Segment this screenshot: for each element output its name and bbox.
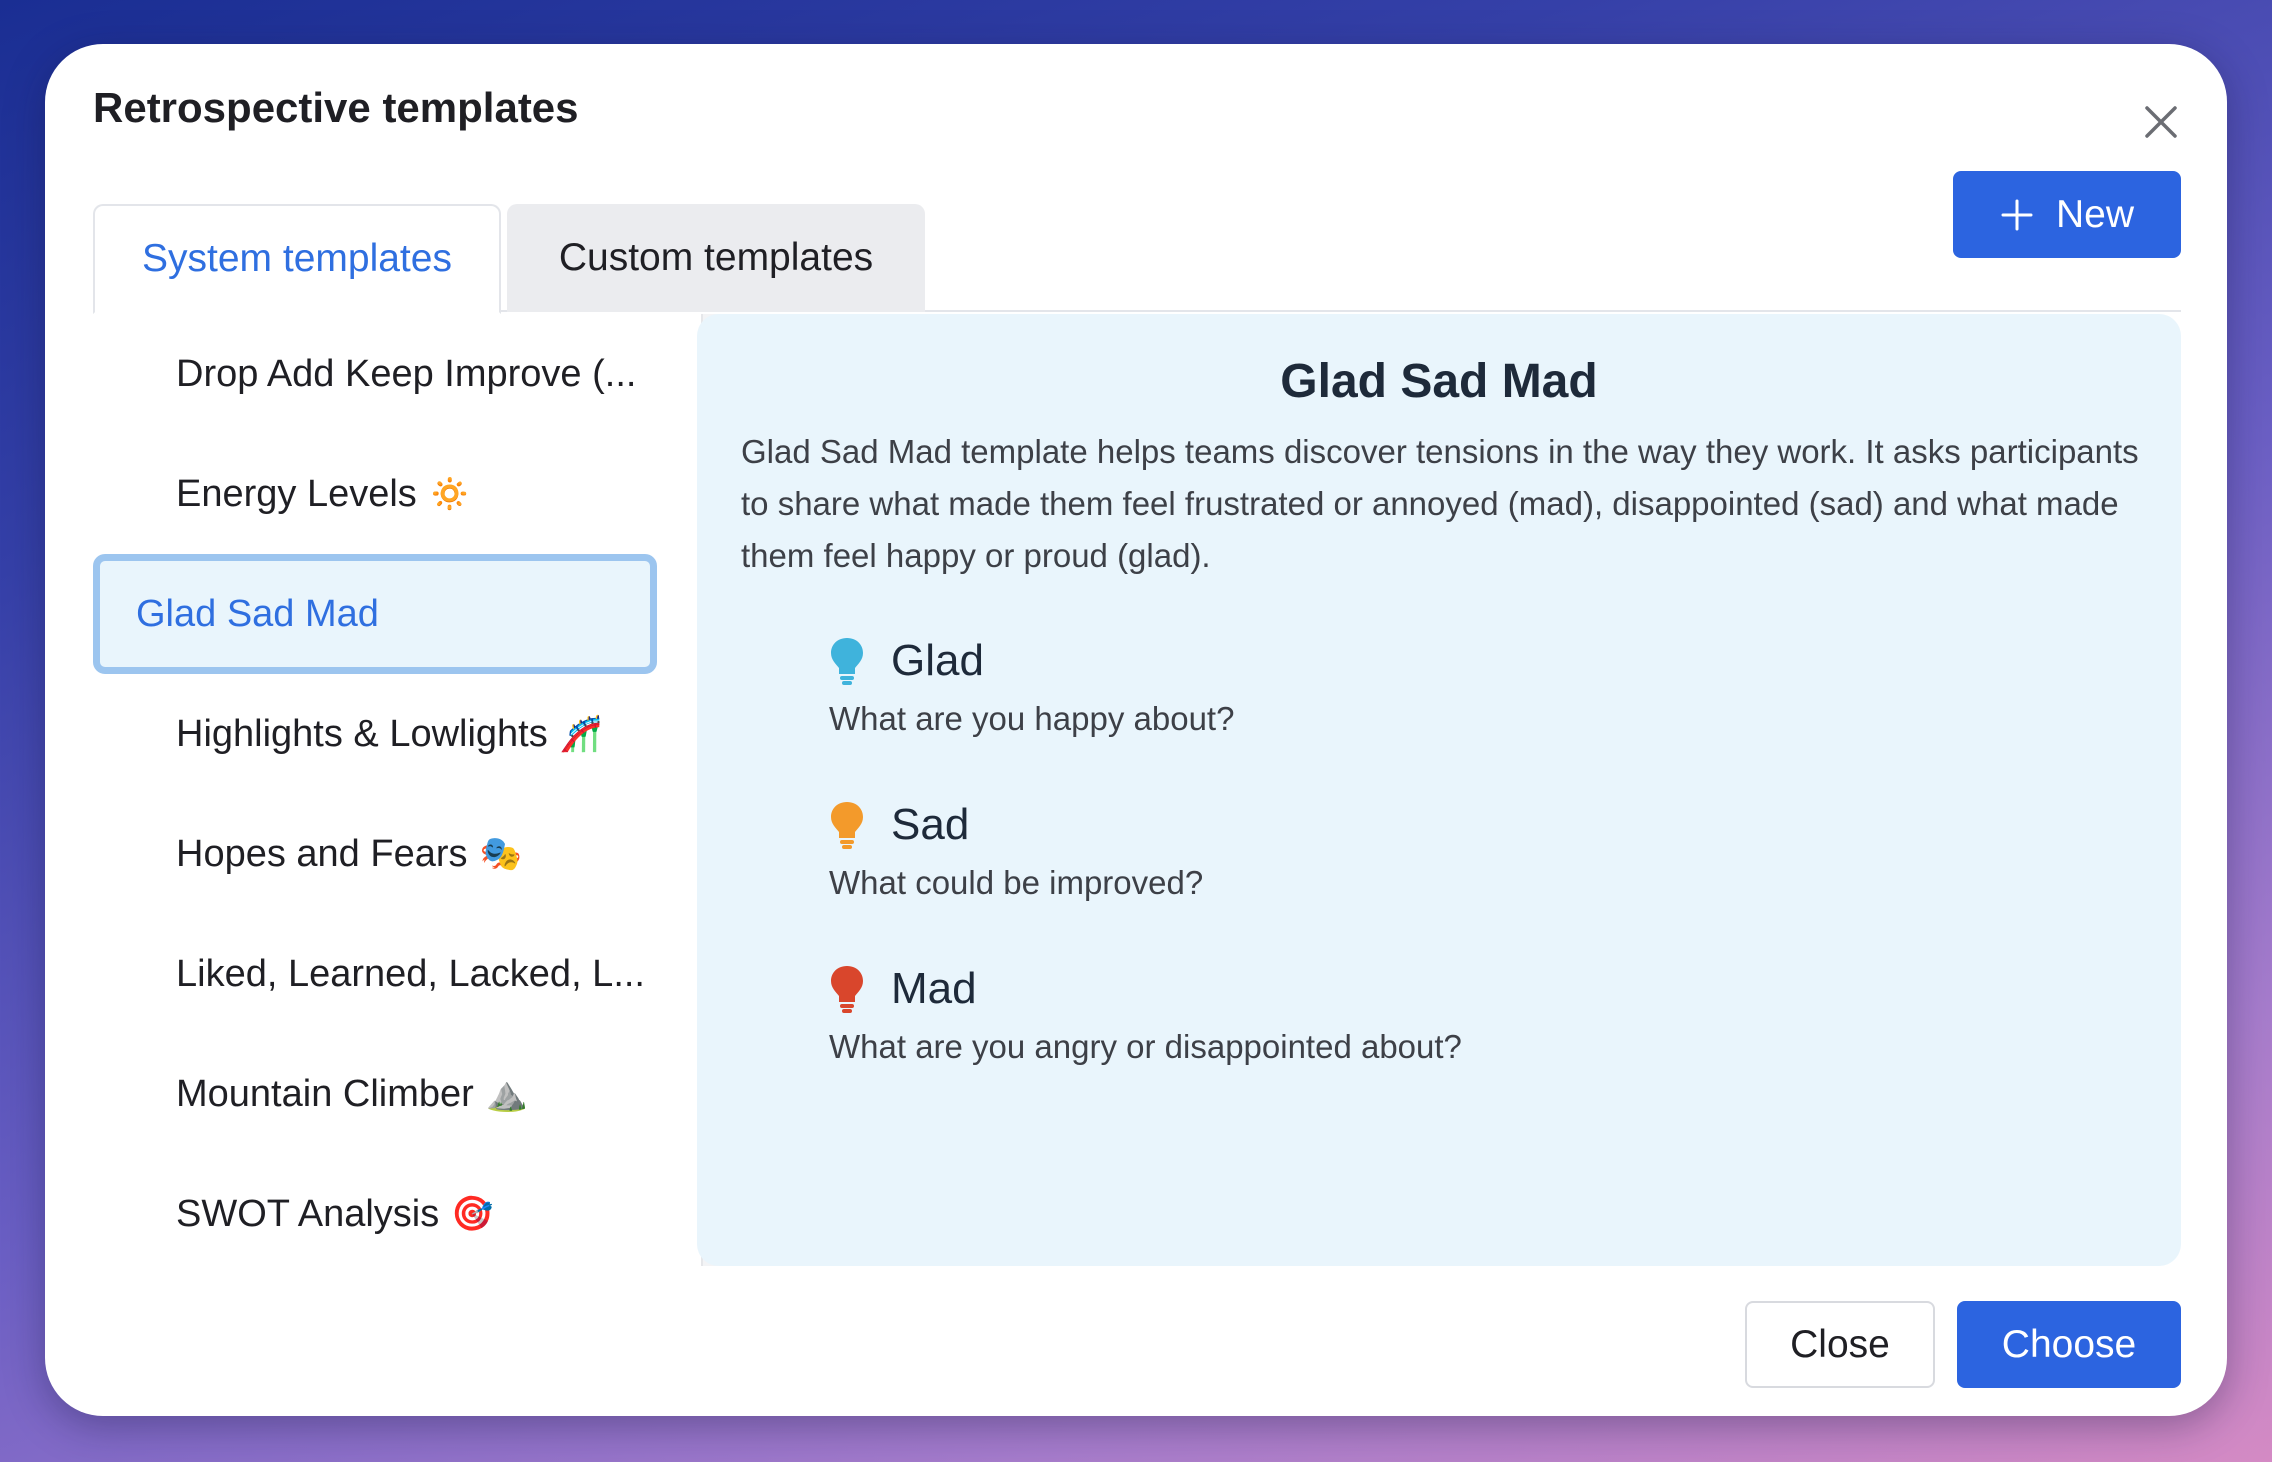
close-icon[interactable] (2133, 94, 2189, 150)
column-mad: Mad What are you angry or disappointed a… (829, 964, 2029, 1066)
column-question: What could be improved? (829, 864, 1204, 901)
tab-system-templates[interactable]: System templates (93, 204, 501, 314)
template-list: Drop Add Keep Improve (... Energy Levels… (93, 314, 741, 1266)
column-name: Sad (891, 800, 970, 849)
template-item-label: Highlights & Lowlights (176, 712, 548, 755)
roller-coaster-icon: 🎢 (559, 715, 603, 753)
close-button[interactable]: Close (1745, 1301, 1935, 1388)
new-template-button[interactable]: New (1953, 171, 2181, 258)
template-item-highlights-lowlights[interactable]: Highlights & Lowlights 🎢 (93, 674, 653, 794)
column-question: What are you happy about? (829, 700, 1235, 737)
column-sad: Sad What could be improved? (829, 800, 2029, 902)
modal-title: Retrospective templates (93, 84, 579, 131)
template-item-energy-levels[interactable]: Energy Levels 🔅 (93, 434, 653, 554)
templates-modal: Retrospective templates System templates… (45, 44, 2227, 1416)
template-item-label: Mountain Climber (176, 1072, 474, 1115)
tab-bar: System templates Custom templates (93, 160, 2181, 314)
column-glad: Glad What are you happy about? (829, 636, 2029, 738)
mountain-icon: ⛰️ (485, 1075, 529, 1113)
template-preview: Glad Sad Mad Glad Sad Mad template helps… (697, 314, 2181, 1266)
plus-icon (2000, 198, 2034, 232)
column-name: Glad (891, 636, 984, 685)
template-item-label: Drop Add Keep Improve (... (176, 352, 637, 395)
template-item-swot-analysis[interactable]: SWOT Analysis 🎯 (93, 1154, 653, 1274)
template-item-label: SWOT Analysis (176, 1192, 440, 1235)
dim-sun-icon: 🔅 (428, 475, 472, 513)
template-item-liked-learned-lacked[interactable]: Liked, Learned, Lacked, L... (93, 914, 653, 1034)
template-item-label: Liked, Learned, Lacked, L... (176, 952, 645, 995)
template-item-label: Energy Levels (176, 472, 417, 515)
column-question: What are you angry or disappointed about… (829, 1028, 1462, 1065)
lightbulb-icon (829, 800, 865, 850)
template-item-label: Hopes and Fears (176, 832, 468, 875)
choose-button[interactable]: Choose (1957, 1301, 2181, 1388)
template-item-glad-sad-mad[interactable]: Glad Sad Mad (93, 554, 657, 674)
lightbulb-icon (829, 636, 865, 686)
theater-masks-icon: 🎭 (479, 835, 522, 873)
template-item-drop-add-keep-improve[interactable]: Drop Add Keep Improve (... (93, 314, 653, 434)
target-icon: 🎯 (451, 1195, 494, 1233)
template-item-label: Glad Sad Mad (136, 592, 379, 635)
new-button-label: New (2055, 192, 2135, 236)
column-name: Mad (891, 964, 977, 1013)
lightbulb-icon (829, 964, 865, 1014)
template-item-mountain-climber[interactable]: Mountain Climber ⛰️ (93, 1034, 653, 1154)
preview-title: Glad Sad Mad (1280, 355, 1598, 408)
template-item-hopes-and-fears[interactable]: Hopes and Fears 🎭 (93, 794, 653, 914)
tab-custom-templates[interactable]: Custom templates (507, 204, 925, 312)
preview-description: Glad Sad Mad template helps teams discov… (741, 433, 2139, 574)
